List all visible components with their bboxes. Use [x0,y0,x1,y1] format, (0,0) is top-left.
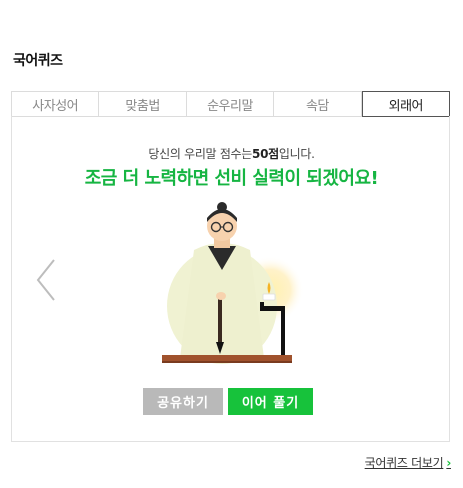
continue-button[interactable]: 이어 풀기 [228,388,313,415]
tab-proverb[interactable]: 속담 [274,92,362,116]
result-message: 조금 더 노력하면 선비 실력이 되겠어요! [84,168,379,189]
tab-pure-korean[interactable]: 순우리말 [187,92,275,116]
more-quiz-link[interactable]: 국어퀴즈 더보기 › [364,454,452,471]
tab-saja-seongeo[interactable]: 사자성어 [12,92,100,116]
chevron-right-icon: › [446,455,451,470]
tab-loanword[interactable]: 외래어 [361,91,451,117]
score-prefix: 당신의 우리말 점수는 [148,147,253,161]
quiz-tabs: 사자성어 맞춤법 순우리말 속담 외래어 [11,91,451,117]
score-text: 당신의 우리말 점수는50점입니다. [0,145,463,162]
tab-spelling[interactable]: 맞춤법 [99,92,187,116]
page-title: 국어퀴즈 [13,53,63,69]
share-button[interactable]: 공유하기 [143,388,223,415]
prev-arrow-icon[interactable] [34,258,58,302]
scholar-illustration [162,202,304,364]
score-value: 50점 [252,147,279,161]
more-quiz-label: 국어퀴즈 더보기 [364,456,444,470]
score-suffix: 입니다. [278,147,315,161]
